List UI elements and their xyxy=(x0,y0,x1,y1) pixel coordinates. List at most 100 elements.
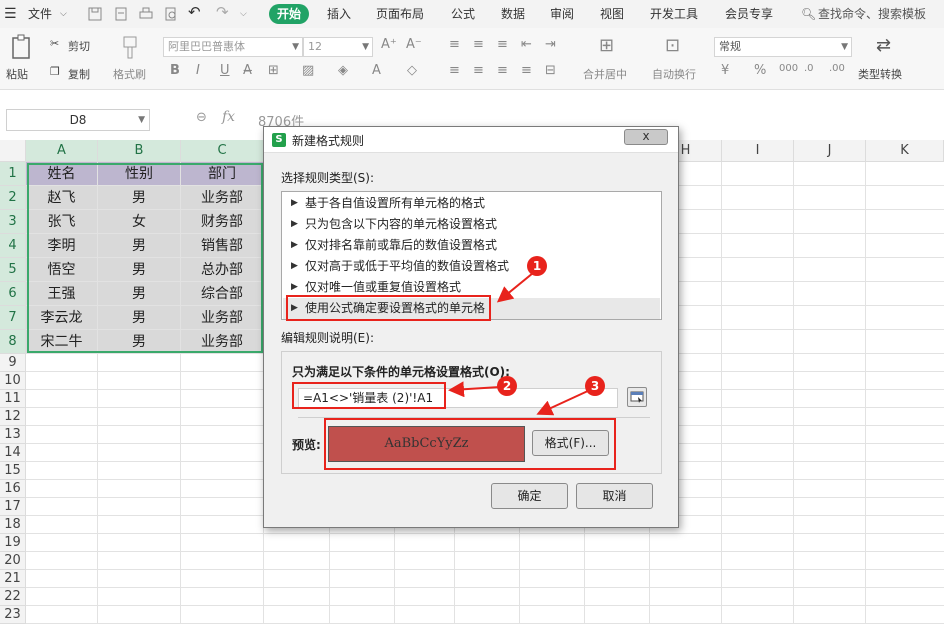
format-button[interactable]: 格式(F)... xyxy=(532,430,609,456)
indent-increase-icon[interactable]: ⇥ xyxy=(545,37,556,52)
tab-data[interactable]: 数据 xyxy=(501,5,525,23)
paste-button[interactable]: 粘贴 xyxy=(6,66,28,82)
tab-developer[interactable]: 开发工具 xyxy=(650,5,698,23)
merge-center-icon[interactable]: ⊞ xyxy=(599,35,614,56)
table-cell[interactable]: 业务部 xyxy=(181,306,264,330)
header-cell[interactable]: 部门 xyxy=(181,162,264,186)
row-header[interactable]: 16 xyxy=(0,480,26,498)
align-middle-icon[interactable]: ≡ xyxy=(473,37,484,52)
row-header[interactable]: 1 xyxy=(0,162,26,186)
indent-decrease-icon[interactable]: ⇤ xyxy=(521,37,532,52)
currency-icon[interactable]: ¥ xyxy=(721,63,729,78)
row-header[interactable]: 15 xyxy=(0,462,26,480)
tab-formulas[interactable]: 公式 xyxy=(451,5,475,23)
wrap-text-icon[interactable]: ⊡ xyxy=(665,35,680,56)
column-header-k[interactable]: K xyxy=(866,140,944,162)
menu-file[interactable]: 文件 xyxy=(28,5,52,23)
export-pdf-icon[interactable] xyxy=(114,7,128,21)
list-item[interactable]: ▶ 基于各自值设置所有单元格的格式 xyxy=(283,193,660,214)
row-header[interactable]: 6 xyxy=(0,282,26,306)
rule-type-list[interactable]: ▶ 基于各自值设置所有单元格的格式 ▶ 只为包含以下内容的单元格设置格式 ▶ 仅对排名… xyxy=(281,191,662,320)
font-name-select[interactable]: 阿里巴巴普惠体 ▼ xyxy=(163,37,303,57)
align-right-icon[interactable]: ≡ xyxy=(497,63,508,78)
align-top-icon[interactable]: ≡ xyxy=(449,37,460,52)
header-cell[interactable]: 姓名 xyxy=(26,162,98,186)
cut-button[interactable]: 剪切 xyxy=(68,38,90,54)
cancel-button[interactable]: 取消 xyxy=(576,483,653,509)
dialog-titlebar[interactable]: S 新建格式规则 x xyxy=(264,127,678,153)
tab-view[interactable]: 视图 xyxy=(600,5,624,23)
row-header[interactable]: 21 xyxy=(0,570,26,588)
percent-icon[interactable]: % xyxy=(754,63,766,78)
row-header[interactable]: 14 xyxy=(0,444,26,462)
save-icon[interactable] xyxy=(88,7,102,21)
table-cell[interactable]: 赵飞 xyxy=(26,186,98,210)
number-format-select[interactable]: 常规 ▼ xyxy=(714,37,852,57)
list-item[interactable]: ▶ 只为包含以下内容的单元格设置格式 xyxy=(283,214,660,235)
italic-icon[interactable]: I xyxy=(196,63,200,78)
table-cell[interactable]: 王强 xyxy=(26,282,98,306)
row-header[interactable]: 13 xyxy=(0,426,26,444)
decrease-decimal-icon[interactable]: .00 xyxy=(829,63,845,74)
table-cell[interactable]: 悟空 xyxy=(26,258,98,282)
copy-icon[interactable]: ❐ xyxy=(50,65,60,78)
table-cell[interactable]: 男 xyxy=(98,282,181,306)
chevron-down-icon[interactable]: ⌵ xyxy=(60,5,67,23)
undo-icon[interactable]: ↶ xyxy=(188,3,201,21)
fx-icon[interactable]: fx xyxy=(222,109,235,125)
tab-insert[interactable]: 插入 xyxy=(327,5,351,23)
clear-format-icon[interactable]: ◇ xyxy=(407,63,417,78)
table-cell[interactable]: 销售部 xyxy=(181,234,264,258)
list-item[interactable]: ▶ 仅对高于或低于平均值的数值设置格式 xyxy=(283,256,660,277)
column-header-a[interactable]: A xyxy=(26,140,98,162)
table-cell[interactable]: 李明 xyxy=(26,234,98,258)
table-cell[interactable]: 女 xyxy=(98,210,181,234)
font-color-icon[interactable]: A xyxy=(372,63,381,78)
row-header[interactable]: 10 xyxy=(0,372,26,390)
fill-color-icon[interactable]: ◈ xyxy=(338,63,348,78)
wrap-text-button[interactable]: 自动换行 xyxy=(652,66,696,82)
bold-icon[interactable]: B xyxy=(170,63,180,78)
hamburger-icon[interactable]: ☰ xyxy=(4,5,17,23)
search-command[interactable]: 查找命令、搜索模板 xyxy=(818,5,926,23)
tab-review[interactable]: 审阅 xyxy=(550,5,574,23)
table-cell[interactable]: 李云龙 xyxy=(26,306,98,330)
row-header[interactable]: 4 xyxy=(0,234,26,258)
row-header[interactable]: 17 xyxy=(0,498,26,516)
tab-member[interactable]: 会员专享 xyxy=(725,5,773,23)
underline-icon[interactable]: U xyxy=(220,63,230,78)
table-cell[interactable]: 业务部 xyxy=(181,330,264,354)
increase-font-icon[interactable]: A⁺ xyxy=(381,37,397,52)
tab-page-layout[interactable]: 页面布局 xyxy=(376,5,424,23)
table-cell[interactable]: 业务部 xyxy=(181,186,264,210)
close-button[interactable]: x xyxy=(624,129,668,145)
merge-center-button[interactable]: 合并居中 xyxy=(583,66,627,82)
zoom-icon[interactable]: ⊖ xyxy=(196,110,207,125)
increase-decimal-icon[interactable]: .0 xyxy=(804,63,814,74)
table-cell[interactable]: 男 xyxy=(98,234,181,258)
row-header[interactable]: 9 xyxy=(0,354,26,372)
select-all-corner[interactable] xyxy=(0,140,26,162)
format-painter-icon[interactable] xyxy=(121,36,139,60)
tab-home[interactable]: 开始 xyxy=(269,4,310,24)
row-header[interactable]: 20 xyxy=(0,552,26,570)
list-item[interactable]: ▶ 仅对唯一值或重复值设置格式 xyxy=(283,277,660,298)
row-header[interactable]: 5 xyxy=(0,258,26,282)
strikethrough-icon[interactable]: A̶ xyxy=(243,63,252,78)
row-header[interactable]: 7 xyxy=(0,306,26,330)
table-cell[interactable]: 财务部 xyxy=(181,210,264,234)
search-icon[interactable]: 🔍︎ xyxy=(801,5,816,23)
convert-icon[interactable]: ⇄ xyxy=(876,35,891,56)
align-left-icon[interactable]: ≡ xyxy=(449,63,460,78)
table-cell[interactable]: 男 xyxy=(98,258,181,282)
row-header[interactable]: 23 xyxy=(0,606,26,624)
type-convert-button[interactable]: 类型转换 xyxy=(858,66,902,82)
border-icon[interactable]: ⊞ xyxy=(268,63,279,78)
print-icon[interactable] xyxy=(139,7,153,21)
format-painter-button[interactable]: 格式刷 xyxy=(113,66,146,82)
ok-button[interactable]: 确定 xyxy=(491,483,568,509)
paste-icon[interactable] xyxy=(10,34,34,60)
align-bottom-icon[interactable]: ≡ xyxy=(497,37,508,52)
column-header-b[interactable]: B xyxy=(98,140,181,162)
justify-icon[interactable]: ≡ xyxy=(521,63,532,78)
